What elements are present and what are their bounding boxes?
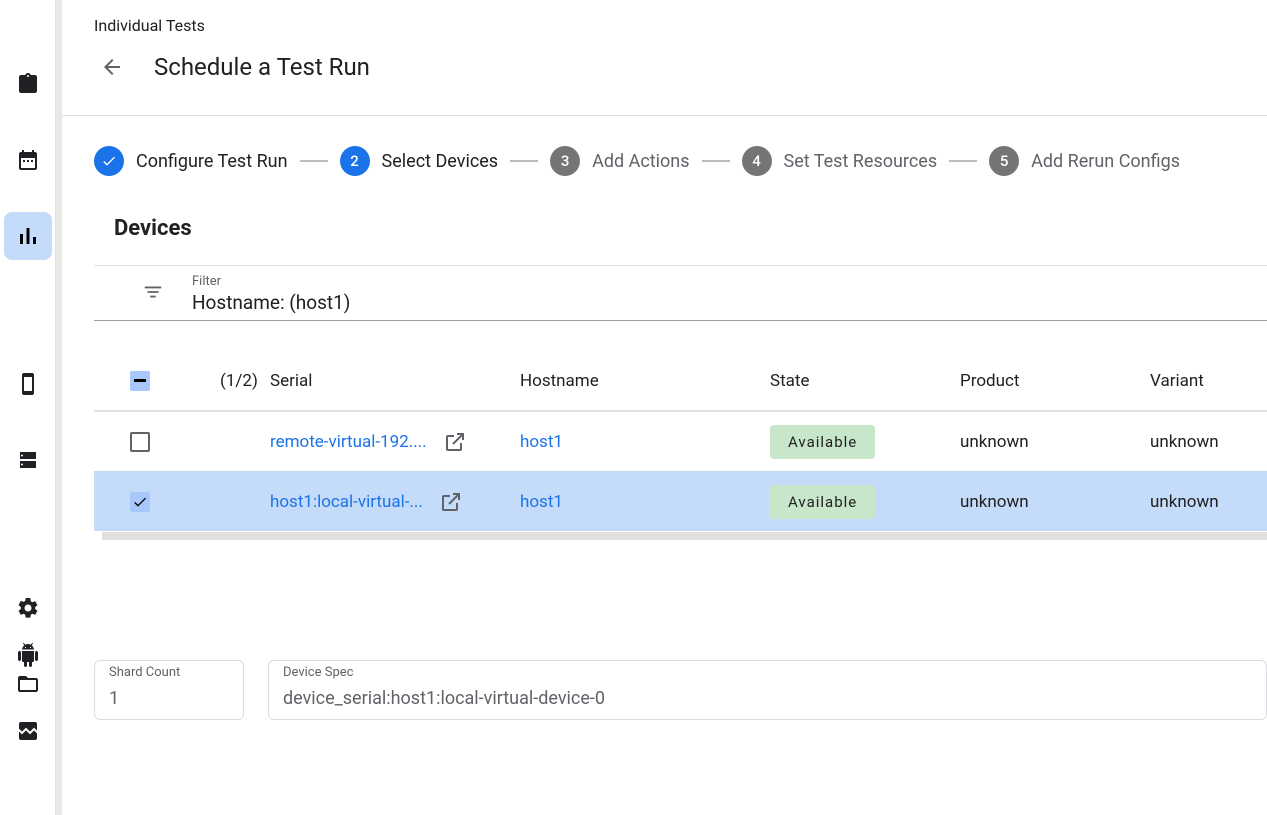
step-divider — [300, 160, 328, 162]
step-done-icon — [94, 146, 124, 176]
check-icon — [132, 493, 148, 511]
filter-label: Filter — [192, 274, 350, 289]
back-button[interactable] — [88, 43, 136, 91]
th-state[interactable]: State — [770, 371, 960, 391]
arrow-left-icon — [100, 55, 124, 79]
calendar-icon — [16, 148, 40, 172]
table-horizontal-scrollbar[interactable] — [102, 532, 1267, 540]
step-configure-test-run[interactable]: Configure Test Run — [94, 146, 288, 176]
filter-icon — [142, 281, 164, 307]
sidebar-item-settings[interactable] — [4, 584, 52, 632]
product-cell: unknown — [960, 492, 1150, 512]
content-area: Devices Filter Hostname: (host1) (1/2) S… — [62, 206, 1267, 815]
state-badge: Available — [770, 425, 875, 459]
page-title: Schedule a Test Run — [154, 53, 370, 81]
table-row[interactable]: host1:local-virtual-... host1 Available … — [94, 471, 1267, 531]
th-variant[interactable]: Variant — [1150, 371, 1267, 391]
sidebar-item-clipboard[interactable] — [4, 60, 52, 108]
shard-count-field[interactable]: Shard Count — [94, 660, 244, 720]
sidebar-item-server[interactable] — [4, 436, 52, 484]
devices-table: (1/2) Serial Hostname State Product Vari… — [94, 351, 1267, 540]
serial-link[interactable]: host1:local-virtual-... — [270, 492, 423, 512]
phone-icon — [16, 372, 40, 396]
sidebar — [0, 0, 56, 815]
shard-count-label: Shard Count — [109, 665, 229, 680]
breadcrumb[interactable]: Individual Tests — [94, 16, 1267, 35]
bar-chart-icon — [16, 224, 40, 248]
th-serial[interactable]: Serial — [270, 371, 520, 391]
step-add-rerun-configs[interactable]: 5 Add Rerun Configs — [989, 146, 1180, 176]
open-in-new-icon[interactable] — [443, 430, 467, 454]
sidebar-item-analytics[interactable] — [4, 212, 52, 260]
sidebar-item-phone[interactable] — [4, 360, 52, 408]
server-icon — [16, 448, 40, 472]
step-divider — [510, 160, 538, 162]
serial-link[interactable]: remote-virtual-192.... — [270, 432, 427, 452]
step-number: 5 — [989, 146, 1019, 176]
th-hostname[interactable]: Hostname — [520, 371, 770, 391]
filter-bar[interactable]: Filter Hostname: (host1) — [94, 265, 1267, 321]
step-set-test-resources[interactable]: 4 Set Test Resources — [742, 146, 938, 176]
shard-count-input[interactable] — [109, 688, 229, 709]
open-in-new-icon[interactable] — [439, 490, 463, 514]
check-icon — [101, 153, 117, 169]
header-area: Individual Tests Schedule a Test Run — [62, 0, 1267, 116]
step-divider — [702, 160, 730, 162]
th-product[interactable]: Product — [960, 371, 1150, 391]
step-number: 4 — [742, 146, 772, 176]
step-number: 2 — [340, 146, 370, 176]
device-spec-label: Device Spec — [283, 665, 1252, 680]
table-header-row: (1/2) Serial Hostname State Product Vari… — [94, 351, 1267, 411]
select-all-checkbox[interactable] — [130, 371, 150, 391]
sidebar-item-status[interactable] — [4, 707, 52, 755]
sidebar-item-calendar[interactable] — [4, 136, 52, 184]
main-content: Individual Tests Schedule a Test Run Con… — [56, 0, 1267, 815]
clipboard-icon — [16, 72, 40, 96]
step-select-devices[interactable]: 2 Select Devices — [340, 146, 499, 176]
row-checkbox[interactable] — [130, 492, 150, 512]
broken-image-icon — [16, 719, 40, 743]
variant-cell: unknown — [1150, 432, 1267, 452]
state-badge: Available — [770, 485, 875, 519]
step-add-actions[interactable]: 3 Add Actions — [550, 146, 689, 176]
variant-cell: unknown — [1150, 492, 1267, 512]
stepper: Configure Test Run 2 Select Devices 3 Ad… — [62, 116, 1267, 206]
hostname-link[interactable]: host1 — [520, 492, 700, 512]
gear-icon — [16, 596, 40, 620]
bottom-inputs: Shard Count Device Spec — [94, 660, 1267, 740]
step-divider — [949, 160, 977, 162]
row-checkbox[interactable] — [130, 432, 150, 452]
device-spec-field[interactable]: Device Spec — [268, 660, 1267, 720]
android-icon — [16, 643, 40, 667]
filter-value[interactable]: Hostname: (host1) — [192, 291, 350, 314]
section-title-devices: Devices — [114, 216, 1267, 241]
hostname-link[interactable]: host1 — [520, 432, 700, 452]
selection-count: (1/2) — [220, 371, 270, 391]
device-spec-input[interactable] — [283, 688, 1252, 709]
product-cell: unknown — [960, 432, 1150, 452]
step-number: 3 — [550, 146, 580, 176]
table-row[interactable]: remote-virtual-192.... host1 Available u… — [94, 411, 1267, 471]
sidebar-item-android[interactable] — [4, 631, 52, 679]
